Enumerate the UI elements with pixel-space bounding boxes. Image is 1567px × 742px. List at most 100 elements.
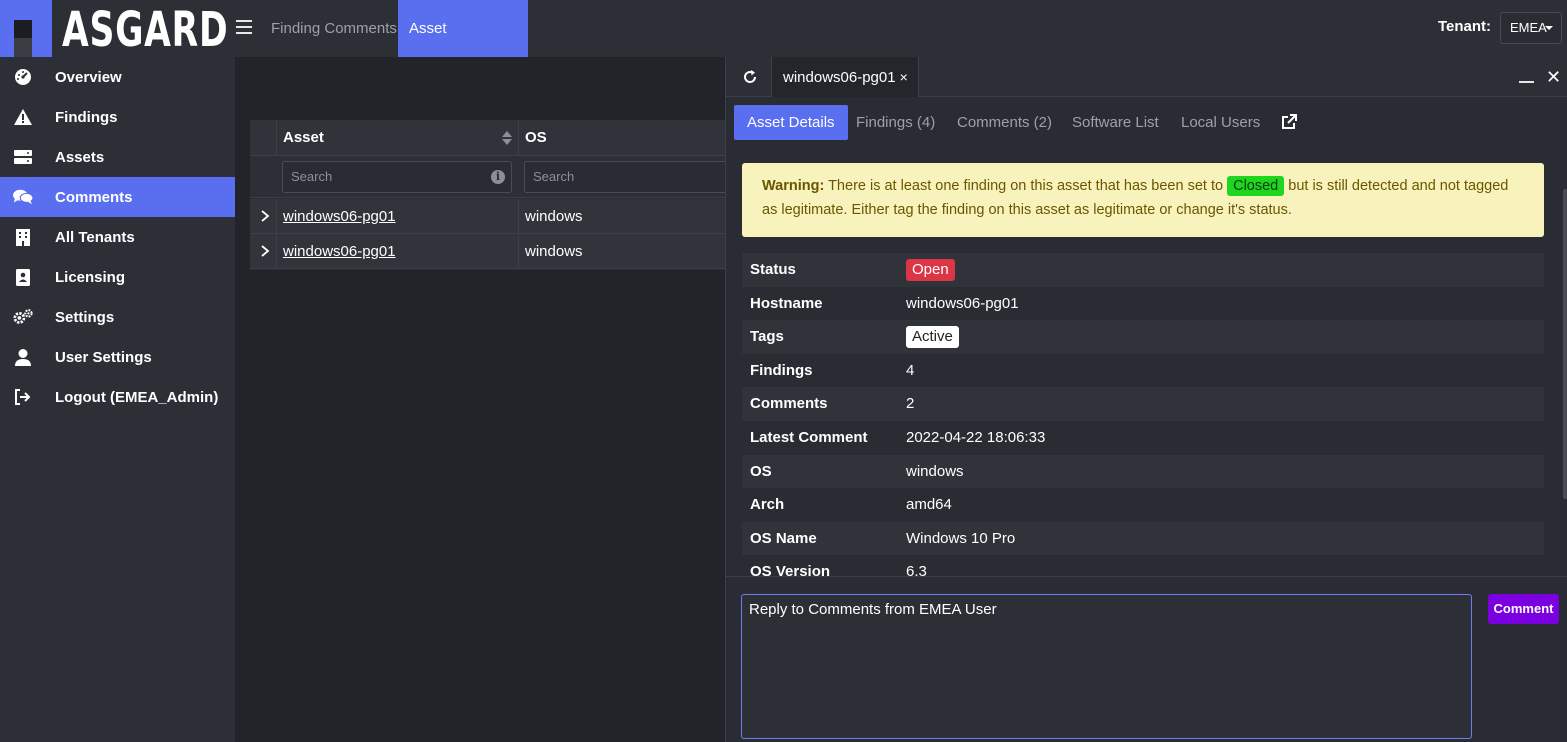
comment-button[interactable]: Comment [1488,594,1559,624]
external-link-icon[interactable] [1281,114,1297,130]
minimize-icon[interactable] [1519,81,1534,83]
detail-row-findings: Findings 4 [742,354,1544,388]
logo-mark [0,0,52,57]
building-icon [13,227,33,247]
menu-toggle-icon[interactable] [236,20,252,34]
sidebar-item-label: User Settings [55,348,152,366]
server-icon [13,147,33,167]
top-bar: ASGARD Finding Comments Asset Comments T… [0,0,1567,94]
sidebar-item-label: Findings [55,108,118,126]
os-cell: windows [518,234,725,269]
sidebar: Overview Findings Assets Comments All Te… [0,57,235,742]
detail-key: OS [750,462,772,480]
detail-row-os: OS windows [742,454,1544,489]
detail-key: OS Name [750,529,817,547]
detail-key: Findings [750,361,813,379]
sidebar-item-label: Overview [55,68,122,86]
warning-prefix: Warning: [762,178,825,194]
detail-value: 2022-04-22 18:06:33 [906,428,1046,446]
tab-finding-comments[interactable]: Finding Comments [260,0,408,57]
column-header-label: OS [525,129,547,146]
warning-alert: Warning: There is at least one finding o… [742,163,1544,237]
app-logo[interactable]: ASGARD [0,0,235,57]
sidebar-item-label: Comments [55,188,133,206]
tab-local-users[interactable]: Local Users [1181,105,1260,140]
detail-row-tags: Tags Active [742,320,1544,354]
sidebar-item-findings[interactable]: Findings [0,97,235,137]
detail-value: 4 [906,361,915,379]
chevron-right-icon[interactable] [258,209,272,223]
tab-asset-details[interactable]: Asset Details [734,105,848,140]
column-header-asset[interactable]: Asset [276,120,518,156]
sidebar-item-logout[interactable]: Logout (EMEA_Admin) [0,377,235,417]
detail-value: Open [906,259,955,281]
expand-column-header [250,120,276,156]
detail-key: Hostname [750,294,823,312]
asset-link[interactable]: windows06-pg01 [283,208,396,225]
sidebar-item-label: All Tenants [55,228,135,246]
caret-down-icon [1545,26,1553,30]
tenant-select[interactable]: EMEA [1500,12,1562,44]
tab-asset-comments[interactable]: Asset Comments [398,0,528,94]
sidebar-item-all-tenants[interactable]: All Tenants [0,217,235,257]
refresh-icon[interactable] [742,69,758,85]
column-header-os[interactable]: OS [518,120,725,156]
logout-icon [13,387,33,407]
tab-findings[interactable]: Findings (4) [856,105,935,140]
asset-cell[interactable]: windows06-pg01 [276,199,518,234]
detail-key: Status [750,261,796,278]
details-table: Status Open Hostname windows06-pg01 Tags… [742,253,1544,576]
detail-value: windows06-pg01 [906,294,1019,312]
sidebar-item-licensing[interactable]: Licensing [0,257,235,297]
detail-value: windows [906,462,964,480]
panel-tab-title: windows06-pg01 [783,69,896,86]
detail-key: Arch [750,496,785,514]
detail-key: Tags [750,328,784,346]
panel-header: windows06-pg01 × ✕ [726,57,1567,97]
close-tab-icon[interactable]: × [900,69,908,85]
sidebar-item-user-settings[interactable]: User Settings [0,337,235,377]
detail-key: Latest Comment [750,428,868,446]
sort-icon[interactable] [502,131,512,145]
info-icon[interactable]: i [491,170,505,184]
detail-row-os-name: OS Name Windows 10 Pro [742,521,1544,556]
chevron-right-icon[interactable] [258,244,272,258]
closed-status-badge: Closed [1227,176,1285,196]
os-search-input[interactable]: Search [524,161,734,193]
detail-value: 2 [906,395,915,413]
detail-row-os-version: OS Version 6.3 [742,555,1544,576]
sidebar-item-overview[interactable]: Overview [0,57,235,97]
detail-key: Comments [750,395,828,413]
warning-text-before: There is at least one finding on this as… [828,178,1224,194]
asset-cell[interactable]: windows06-pg01 [276,234,518,269]
detail-row-arch: Arch amd64 [742,488,1544,522]
detail-row-latest-comment: Latest Comment 2022-04-22 18:06:33 [742,421,1544,455]
detail-value: amd64 [906,496,952,514]
asset-search-input[interactable]: Search i [282,161,512,193]
detail-row-hostname: Hostname windows06-pg01 [742,287,1544,321]
sidebar-item-label: Assets [55,148,105,166]
detail-value: Active [906,326,959,349]
sidebar-item-settings[interactable]: Settings [0,297,235,337]
gears-icon [13,307,33,327]
detail-row-status: Status Open [742,253,1544,287]
sidebar-item-comments[interactable]: Comments [0,177,235,217]
tab-comments[interactable]: Comments (2) [957,105,1052,140]
tab-software-list[interactable]: Software List [1072,105,1159,140]
table-row[interactable]: windows06-pg01 windows [250,234,725,269]
tenant-select-value: EMEA [1510,20,1547,35]
table-row[interactable]: windows06-pg01 windows [250,199,725,234]
details-scroll-area[interactable]: Warning: There is at least one finding o… [726,149,1567,576]
scrollbar[interactable] [1563,189,1567,499]
main-content: Asset OS Search i Search windows06-pg01 … [235,57,734,742]
panel-tab[interactable]: windows06-pg01 × [771,57,919,97]
search-placeholder: Search [291,169,333,184]
sidebar-item-assets[interactable]: Assets [0,137,235,177]
detail-value: Windows 10 Pro [906,529,1016,547]
column-header-label: Asset [283,129,324,146]
asset-link[interactable]: windows06-pg01 [283,243,396,260]
license-icon [13,267,33,287]
close-icon[interactable]: ✕ [1546,68,1561,86]
comment-textarea[interactable]: Reply to Comments from EMEA User [741,594,1472,739]
status-badge: Open [906,259,955,281]
